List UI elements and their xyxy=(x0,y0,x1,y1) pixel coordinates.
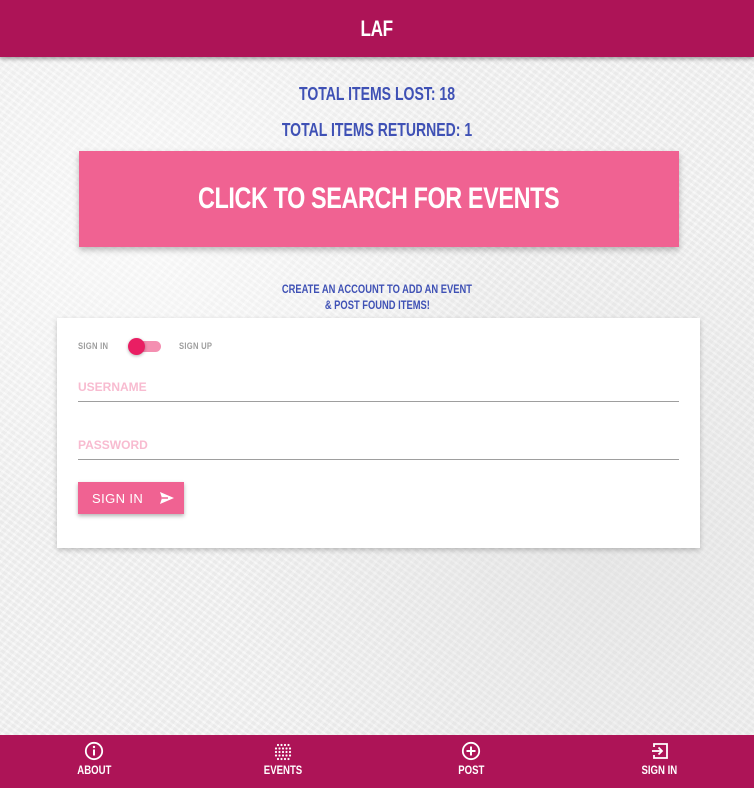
nav-about-label: ABOUT xyxy=(73,763,116,777)
switch-knob xyxy=(127,338,145,355)
app-header: LAF xyxy=(0,0,754,57)
sign-in-button[interactable]: SIGN IN xyxy=(78,482,184,514)
send-icon xyxy=(159,491,175,505)
total-items-returned-text: TOTAL ITEMS RETURNED: 1 xyxy=(281,120,473,140)
signin-signup-toggle-row: SIGN IN SIGN UP xyxy=(78,338,218,355)
total-items-returned: TOTAL ITEMS RETURNED: 1 xyxy=(0,120,754,141)
sign-in-toggle-label: SIGN IN xyxy=(78,341,114,351)
nav-sign-in-label: SIGN IN xyxy=(637,763,682,777)
nav-events-text: EVENTS xyxy=(263,763,302,777)
add-circle-icon xyxy=(461,741,481,761)
bottom-navigation: ABOUT EVENTS POST SIGN IN xyxy=(0,735,754,788)
create-account-prompt: CREATE AN ACCOUNT TO ADD AN EVENT & POST… xyxy=(0,281,754,313)
prompt-line-2: & POST FOUND ITEMS! xyxy=(324,298,430,312)
password-field-container xyxy=(78,430,679,460)
nav-post-label: POST xyxy=(455,763,488,777)
login-icon xyxy=(650,741,670,761)
nav-sign-in[interactable]: SIGN IN xyxy=(566,735,754,788)
info-icon xyxy=(84,741,104,761)
search-events-button[interactable]: CLICK TO SEARCH FOR EVENTS xyxy=(79,151,679,247)
sign-in-toggle-text: SIGN IN xyxy=(78,341,109,351)
prompt-line-1: CREATE AN ACCOUNT TO ADD AN EVENT xyxy=(281,282,473,296)
nav-about[interactable]: ABOUT xyxy=(0,735,189,788)
signin-signup-switch[interactable] xyxy=(127,338,162,355)
sign-up-toggle-label: SIGN UP xyxy=(179,341,218,351)
nav-post[interactable]: POST xyxy=(377,735,566,788)
nav-events-label: EVENTS xyxy=(259,763,307,777)
total-items-lost: TOTAL ITEMS LOST: 18 xyxy=(0,84,754,105)
sign-up-toggle-text: SIGN UP xyxy=(178,341,212,351)
total-items-lost-text: TOTAL ITEMS LOST: 18 xyxy=(298,84,456,104)
nav-events[interactable]: EVENTS xyxy=(189,735,378,788)
sign-in-button-label: SIGN IN xyxy=(92,490,144,506)
app-title: LAF xyxy=(360,15,394,41)
password-input[interactable] xyxy=(78,430,679,459)
username-input[interactable] xyxy=(78,372,679,401)
username-field-container xyxy=(78,372,679,402)
search-events-label: CLICK TO SEARCH FOR EVENTS xyxy=(198,182,560,215)
nav-sign-in-text: SIGN IN xyxy=(641,763,678,777)
auth-card: SIGN IN SIGN UP SIGN IN xyxy=(57,318,700,548)
grid-icon xyxy=(273,741,293,761)
nav-about-text: ABOUT xyxy=(77,763,112,777)
nav-post-text: POST xyxy=(458,763,485,777)
